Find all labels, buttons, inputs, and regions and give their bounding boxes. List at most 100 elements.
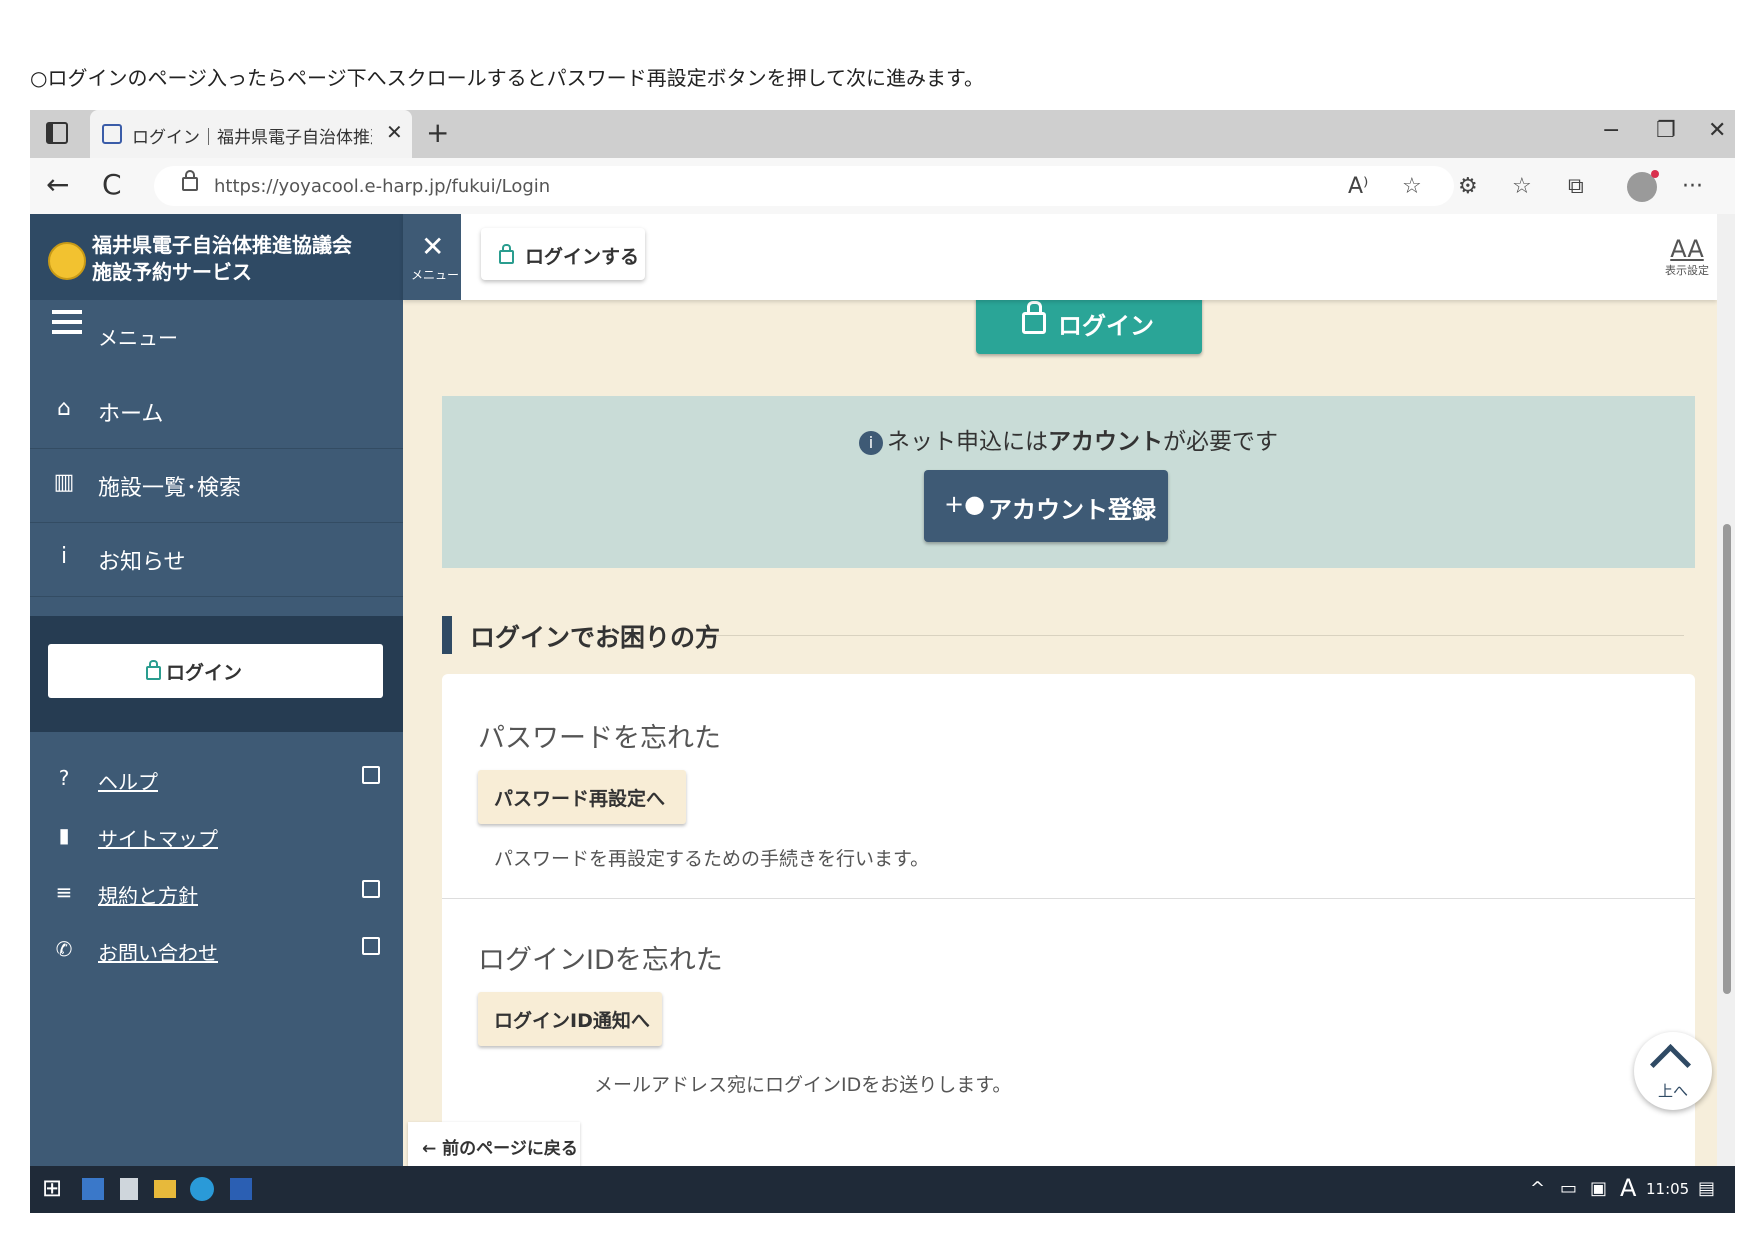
site-header[interactable]: 福井県電子自治体推進協議会 施設予約サービス (30, 214, 403, 300)
sidebar-item-label: ホーム (98, 402, 164, 427)
login-button[interactable]: ログイン (976, 292, 1202, 354)
sidebar-link-label: サイトマップ (98, 827, 218, 851)
sidebar-login-label: ログイン (166, 662, 243, 684)
extensions-icon[interactable]: ⚙ (1458, 174, 1478, 199)
mascot-logo-icon (48, 242, 86, 280)
sidebar-login-button[interactable]: ログイン (48, 644, 383, 698)
header-login-button[interactable]: ログインする (481, 228, 645, 280)
add-user-icon: +● (944, 490, 986, 518)
restore-button[interactable]: ❐ (1656, 118, 1676, 143)
sidebar-link-help[interactable]: ? ヘルプ (30, 754, 403, 804)
forgot-id-title: ログインIDを忘れた (478, 945, 723, 976)
login-button-label: ログイン (1058, 312, 1154, 340)
back-page-button[interactable]: ← 前のページに戻る (408, 1122, 580, 1166)
page-icon (102, 124, 122, 144)
collections-icon[interactable]: ⧉ (1568, 174, 1584, 199)
scroll-to-top-button[interactable]: 上へ (1634, 1032, 1712, 1110)
browser-window: ログイン｜福井県電子自治体推進 ✕ + − ❐ ✕ ← C https://yo… (30, 110, 1735, 1213)
tab-actions-icon[interactable] (46, 122, 68, 144)
menu-close-button[interactable]: ✕ メニュー (403, 214, 461, 300)
profile-icon[interactable] (1627, 170, 1659, 202)
account-notice: i ネット申込にはアカウントが必要です +● アカウント登録 (442, 396, 1695, 568)
url-text: https://yoyacool.e-harp.jp/fukui/Login (214, 176, 551, 197)
windows-start-icon[interactable]: ⊞ (42, 1174, 72, 1204)
site-title-line2: 施設予約サービス (92, 260, 252, 284)
app-icon[interactable] (82, 1178, 104, 1200)
sidebar-item-home[interactable]: ⌂ ホーム (30, 374, 403, 449)
favorites-icon[interactable]: ☆ (1512, 174, 1532, 199)
back-arrow-icon[interactable]: ← (46, 168, 69, 201)
lock-icon (1022, 301, 1046, 334)
new-tab-button[interactable]: + (426, 116, 449, 149)
sidebar-item-news[interactable]: i お知らせ (30, 522, 403, 597)
login-id-notify-label: ログインID通知へ (494, 1010, 650, 1032)
list-icon: ≡ (55, 880, 73, 904)
url-bar[interactable]: https://yoyacool.e-harp.jp/fukui/Login (154, 166, 1454, 206)
site-title-line1: 福井県電子自治体推進協議会 (92, 233, 352, 257)
scrollbar[interactable] (1717, 214, 1735, 1166)
network-icon[interactable]: ▣ (1590, 1178, 1607, 1199)
back-page-label: ← 前のページに戻る (422, 1139, 578, 1159)
sidebar-link-label: ヘルプ (98, 770, 158, 794)
sidebar-item-facilities[interactable]: ▥ 施設一覧･検索 (30, 448, 403, 523)
sidebar-item-label: 施設一覧･検索 (98, 476, 242, 501)
tray-up-icon[interactable]: ^ (1530, 1178, 1545, 1199)
scrollbar-thumb[interactable] (1723, 524, 1731, 994)
reload-icon[interactable]: C (102, 168, 122, 201)
close-icon: ✕ (421, 230, 445, 263)
close-window-button[interactable]: ✕ (1708, 118, 1726, 143)
login-id-notify-button[interactable]: ログインID通知へ (478, 992, 662, 1046)
sidebar-link-terms[interactable]: ≡ 規約と方針 (30, 868, 403, 918)
tab-login[interactable]: ログイン｜福井県電子自治体推進 ✕ (90, 110, 412, 158)
forgot-id-desc: メールアドレス宛にログインIDをお送りします。 (594, 1074, 1012, 1096)
lock-icon (499, 244, 514, 264)
word-icon[interactable] (230, 1178, 252, 1200)
home-icon: ⌂ (57, 396, 71, 421)
menu-close-label: メニュー (411, 268, 460, 282)
display-settings-button[interactable]: AA 表示設定 (1665, 236, 1709, 278)
info-icon: i (60, 544, 68, 569)
map-icon: ▮ (58, 823, 70, 847)
password-reset-button[interactable]: パスワード再設定へ (478, 770, 686, 824)
notification-icon[interactable]: ▤ (1698, 1178, 1715, 1199)
sidebar-link-contact[interactable]: ✆ お問い合わせ (30, 925, 403, 975)
notice-text-bold: アカウント (1048, 429, 1163, 455)
minimize-button[interactable]: − (1602, 118, 1620, 143)
clock[interactable]: 11:05 (1646, 1180, 1689, 1198)
sidebar-login-block: ログイン (30, 616, 403, 732)
read-aloud-icon[interactable]: A⁾ (1348, 174, 1368, 199)
help-icon: ? (58, 766, 70, 790)
sidebar-link-label: 規約と方針 (98, 884, 198, 908)
taskbar: ⊞ ^ ▭ ▣ A 11:05 ▤ (30, 1166, 1735, 1213)
forgot-password-title: パスワードを忘れた (478, 723, 721, 754)
account-register-label: アカウント登録 (988, 496, 1156, 524)
tab-bar: ログイン｜福井県電子自治体推進 ✕ + − ❐ ✕ (30, 110, 1735, 158)
hamburger-icon[interactable] (52, 310, 82, 340)
display-settings-label: 表示設定 (1665, 264, 1709, 277)
heading-bar (442, 616, 452, 654)
sidebar-link-label: お問い合わせ (98, 941, 218, 965)
lock-icon (182, 170, 198, 191)
building-icon: ▥ (53, 470, 75, 495)
external-link-icon (362, 766, 380, 784)
folder-icon[interactable] (154, 1180, 176, 1198)
account-register-button[interactable]: +● アカウント登録 (924, 470, 1168, 542)
notice-text-post: が必要です (1163, 429, 1278, 455)
lock-icon (146, 660, 161, 680)
scroll-to-top-label: 上へ (1658, 1082, 1689, 1100)
info-icon: i (859, 430, 883, 455)
more-icon[interactable]: ··· (1682, 174, 1703, 199)
card-divider (442, 898, 1695, 899)
edge-icon[interactable] (190, 1177, 214, 1201)
tab-close-icon[interactable]: ✕ (386, 120, 403, 144)
text-size-icon: AA (1670, 235, 1704, 263)
site-title: 福井県電子自治体推進協議会 施設予約サービス (92, 232, 352, 286)
section-title: ログインでお困りの方 (470, 623, 721, 652)
chevron-up-icon (1649, 1043, 1692, 1086)
divider (716, 635, 1684, 636)
sidebar-link-sitemap[interactable]: ▮ サイトマップ (30, 811, 403, 861)
notice-text-pre: ネット申込には (887, 429, 1048, 455)
add-favorite-icon[interactable]: ☆ (1402, 174, 1422, 199)
notepad-icon[interactable] (120, 1178, 138, 1200)
ime-icon[interactable]: A (1620, 1174, 1636, 1202)
